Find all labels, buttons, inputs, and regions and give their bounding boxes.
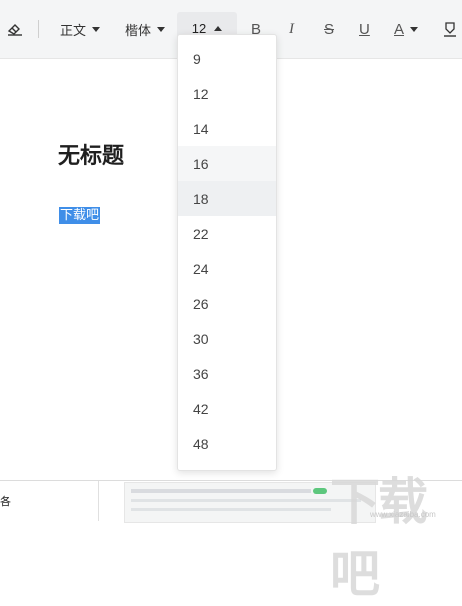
- font-size-option[interactable]: 48: [178, 426, 276, 461]
- underline-label: U: [359, 20, 370, 38]
- font-size-option[interactable]: 36: [178, 356, 276, 391]
- thumb-bar: [131, 508, 331, 511]
- thumb-bar: [131, 499, 361, 502]
- font-size-option-label: 36: [193, 365, 209, 382]
- font-family-label: 楷体: [125, 22, 152, 38]
- chevron-down-icon: [410, 26, 419, 32]
- font-size-option[interactable]: 14: [178, 111, 276, 146]
- font-size-option-label: 48: [193, 435, 209, 452]
- selected-text[interactable]: 下载吧: [59, 207, 101, 224]
- font-size-option[interactable]: 30: [178, 321, 276, 356]
- font-size-option-label: 42: [193, 400, 209, 417]
- watermark-logo: 下载吧: [330, 473, 428, 603]
- strikethrough-label: S: [324, 20, 335, 38]
- font-size-option-label: 30: [193, 330, 209, 347]
- bottom-left-text: 各: [0, 495, 11, 508]
- strikethrough-button[interactable]: S: [324, 0, 334, 58]
- italic-button[interactable]: I: [289, 0, 294, 58]
- chevron-up-icon: [214, 25, 223, 31]
- document-title[interactable]: 无标题: [58, 138, 124, 170]
- font-size-option-label: 22: [193, 225, 209, 242]
- font-size-option-hovered[interactable]: 16: [178, 146, 276, 181]
- font-size-option-label: 12: [193, 85, 209, 102]
- font-color-button[interactable]: A: [394, 0, 419, 58]
- bottom-panel-divider: [98, 481, 99, 521]
- font-size-option-label: 14: [193, 120, 209, 137]
- thumb-status-dot: [313, 488, 327, 494]
- font-size-dropdown: 9 12 14 16 18 22 24 26 30 36 42 48: [177, 34, 277, 471]
- font-size-option-label: 26: [193, 295, 209, 312]
- font-family-select[interactable]: 楷体: [125, 0, 166, 58]
- font-size-option[interactable]: 22: [178, 216, 276, 251]
- font-size-option-label: 18: [193, 190, 209, 207]
- font-color-label: A: [394, 20, 405, 38]
- underline-button[interactable]: U: [359, 0, 370, 58]
- thumb-bar: [131, 489, 311, 493]
- eraser-icon[interactable]: [6, 0, 24, 58]
- font-size-option[interactable]: 24: [178, 251, 276, 286]
- font-size-option-label: 24: [193, 260, 209, 277]
- font-size-option[interactable]: 42: [178, 391, 276, 426]
- paragraph-style-label: 正文: [60, 22, 87, 38]
- highlighter-icon[interactable]: [442, 0, 458, 58]
- font-size-option[interactable]: 26: [178, 286, 276, 321]
- chevron-down-icon: [92, 26, 101, 32]
- watermark-url: www.xiazaiba.com: [370, 510, 436, 519]
- font-size-option-label: 16: [193, 155, 209, 172]
- font-size-option[interactable]: 9: [178, 41, 276, 76]
- font-size-option-active[interactable]: 18: [178, 181, 276, 216]
- font-size-option-label: 9: [193, 50, 201, 67]
- paragraph-style-select[interactable]: 正文: [60, 0, 101, 58]
- chevron-down-icon: [157, 26, 166, 32]
- font-size-option[interactable]: 12: [178, 76, 276, 111]
- italic-label: I: [289, 20, 294, 37]
- toolbar-divider: [38, 20, 39, 38]
